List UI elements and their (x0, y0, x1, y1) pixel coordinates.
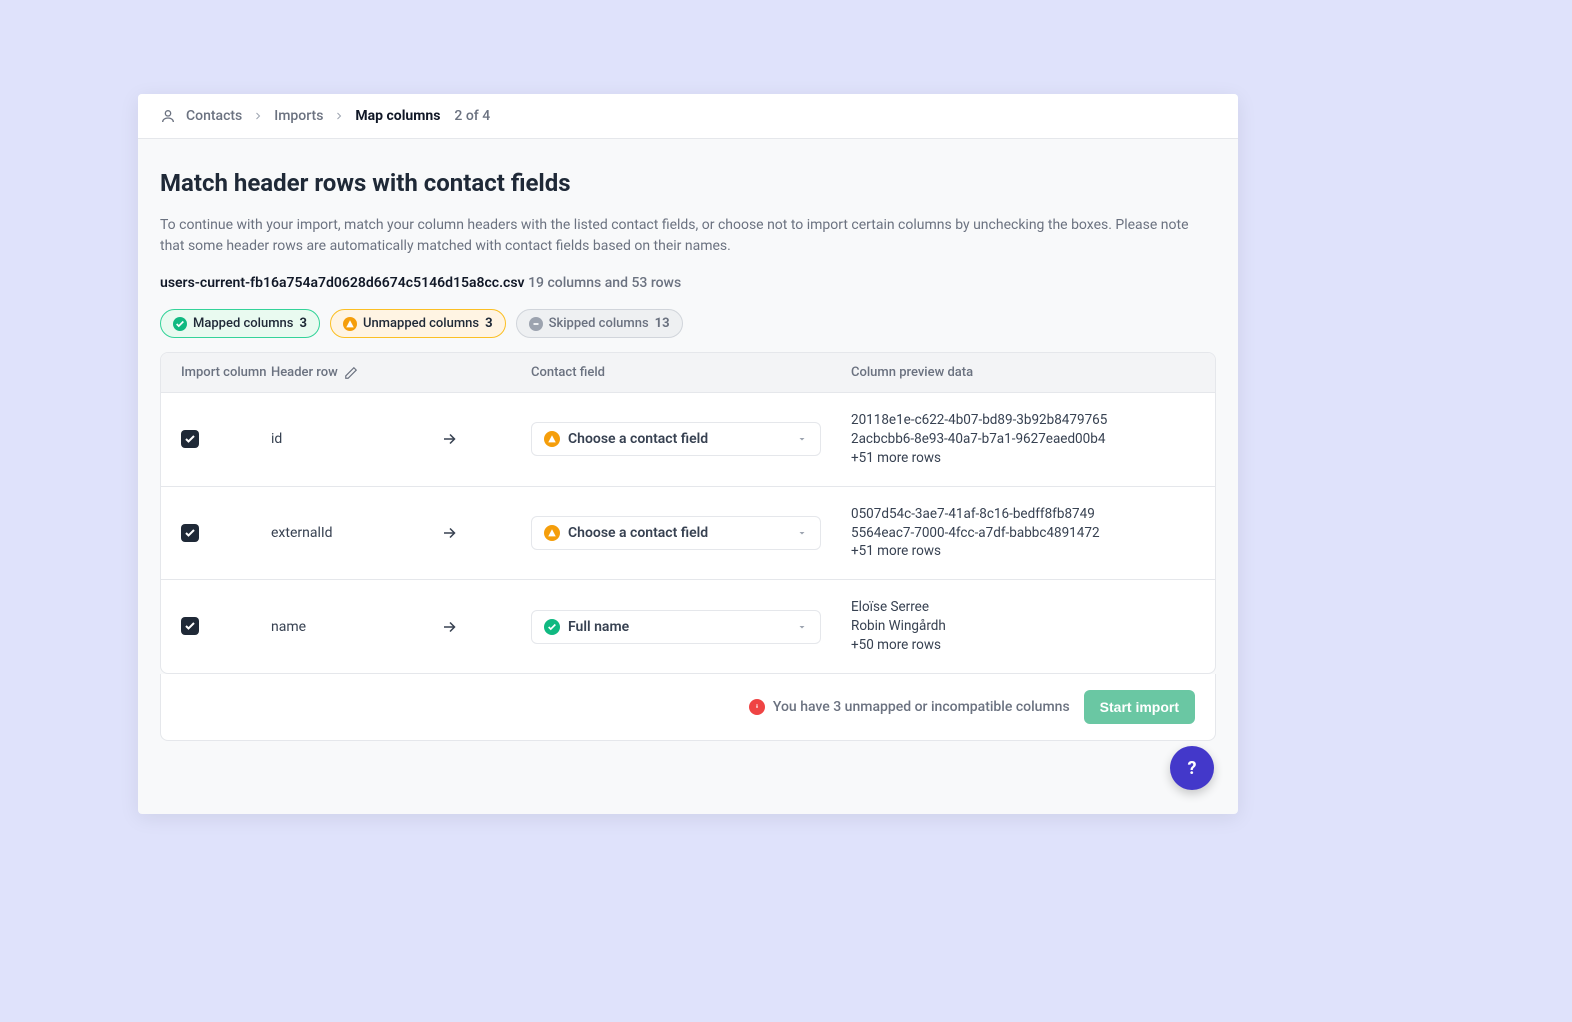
filter-chips: Mapped columns 3 Unmapped columns 3 Skip… (160, 309, 1216, 338)
table-row: externalId Choose a contact field (161, 487, 1215, 581)
chip-unmapped-count: 3 (485, 316, 492, 331)
breadcrumb: Contacts Imports Map columns 2 of 4 (138, 94, 1238, 139)
breadcrumb-current: Map columns (355, 108, 440, 124)
select-label: Choose a contact field (568, 525, 788, 541)
import-checkbox[interactable] (181, 524, 199, 542)
th-preview: Column preview data (851, 365, 1195, 380)
header-label: externalId (271, 525, 333, 541)
file-info: users-current-fb16a754a7d0628d6674c5146d… (160, 275, 1216, 291)
pencil-icon[interactable] (344, 366, 358, 380)
arrow-right-icon (441, 524, 459, 542)
table-header: Import column Header row Contact field C… (161, 353, 1215, 393)
breadcrumb-step: 2 of 4 (454, 108, 490, 124)
check-icon (173, 317, 187, 331)
breadcrumb-contacts[interactable]: Contacts (186, 108, 242, 124)
contacts-icon (160, 108, 176, 124)
chevron-down-icon (796, 527, 808, 539)
breadcrumb-imports[interactable]: Imports (274, 108, 323, 124)
error-icon (749, 699, 765, 715)
chevron-down-icon (796, 621, 808, 633)
th-header-row: Header row (271, 365, 441, 380)
preview-data: 0507d54c-3ae7-41af-8c16-bedff8fb8749 556… (851, 505, 1195, 562)
table-footer: You have 3 unmapped or incompatible colu… (160, 674, 1216, 741)
select-label: Full name (568, 619, 788, 635)
chip-skipped-count: 13 (655, 316, 670, 331)
check-icon (544, 619, 560, 635)
mapping-table: Import column Header row Contact field C… (160, 352, 1216, 674)
warning-icon (544, 431, 560, 447)
help-button[interactable]: ? (1170, 746, 1214, 790)
page-description: To continue with your import, match your… (160, 215, 1210, 257)
contact-field-select[interactable]: Choose a contact field (531, 516, 821, 550)
th-contact-field: Contact field (531, 365, 851, 380)
table-row: name Full name (161, 580, 1215, 673)
chevron-right-icon (252, 110, 264, 122)
contact-field-select[interactable]: Choose a contact field (531, 422, 821, 456)
arrow-right-icon (441, 430, 459, 448)
chip-unmapped-label: Unmapped columns (363, 316, 479, 331)
th-import-column: Import column (181, 365, 271, 380)
preview-data: 20118e1e-c622-4b07-bd89-3b92b8479765 2ac… (851, 411, 1195, 468)
file-name: users-current-fb16a754a7d0628d6674c5146d… (160, 275, 525, 291)
warning-icon (343, 317, 357, 331)
content-area: Match header rows with contact fields To… (138, 139, 1238, 741)
page-title: Match header rows with contact fields (160, 169, 1216, 197)
import-checkbox[interactable] (181, 430, 199, 448)
chevron-down-icon (796, 433, 808, 445)
file-meta: 19 columns and 53 rows (528, 275, 681, 291)
warning-icon (544, 525, 560, 541)
skip-icon (529, 317, 543, 331)
chip-mapped-label: Mapped columns (193, 316, 293, 331)
chip-mapped-count: 3 (299, 316, 306, 331)
chip-unmapped[interactable]: Unmapped columns 3 (330, 309, 506, 338)
table-row: id Choose a contact field (161, 393, 1215, 487)
start-import-button[interactable]: Start import (1084, 690, 1195, 724)
contact-field-select[interactable]: Full name (531, 610, 821, 644)
header-label: id (271, 431, 282, 447)
chevron-right-icon (333, 110, 345, 122)
warning-message: You have 3 unmapped or incompatible colu… (749, 699, 1070, 715)
header-label: name (271, 619, 306, 635)
help-icon: ? (1188, 758, 1197, 779)
chip-skipped-label: Skipped columns (549, 316, 649, 331)
select-label: Choose a contact field (568, 431, 788, 447)
preview-data: Eloïse Serree Robin Wingårdh +50 more ro… (851, 598, 1195, 655)
import-checkbox[interactable] (181, 617, 199, 635)
app-window: Contacts Imports Map columns 2 of 4 Matc… (138, 94, 1238, 814)
arrow-right-icon (441, 618, 459, 636)
chip-skipped[interactable]: Skipped columns 13 (516, 309, 683, 338)
chip-mapped[interactable]: Mapped columns 3 (160, 309, 320, 338)
